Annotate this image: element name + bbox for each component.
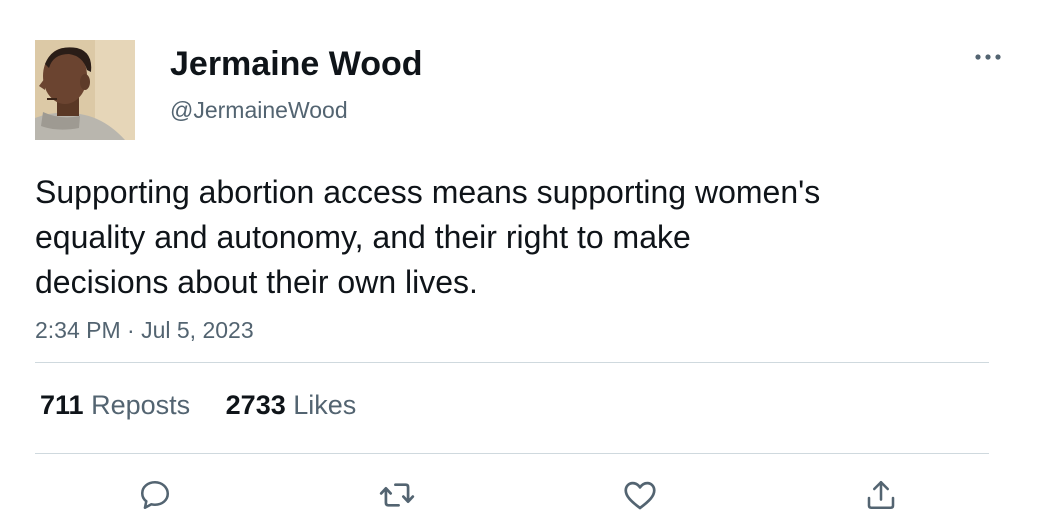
tweet-text-line: equality and autonomy, and their right t…	[35, 219, 691, 255]
tweet-text-line: Supporting abortion access means support…	[35, 174, 821, 210]
reply-button[interactable]	[133, 473, 177, 517]
avatar[interactable]	[35, 40, 135, 140]
more-options-button[interactable]	[968, 44, 1008, 70]
speech-bubble-icon	[140, 480, 170, 510]
share-upload-icon	[867, 480, 895, 510]
divider	[35, 362, 989, 363]
ellipsis-icon	[975, 54, 1001, 60]
like-button[interactable]	[618, 473, 662, 517]
avatar-image	[35, 40, 135, 140]
tweet-text: Supporting abortion access means support…	[35, 170, 995, 305]
user-handle[interactable]: @JermaineWood	[170, 96, 348, 124]
divider	[35, 453, 989, 454]
repost-arrows-icon	[379, 483, 415, 507]
repost-button[interactable]	[375, 473, 419, 517]
tweet-actions-bar	[0, 473, 1050, 517]
likes-count: 2733	[225, 390, 286, 420]
reposts-label: Reposts	[91, 390, 191, 420]
reposts-count: 711	[40, 390, 84, 420]
share-button[interactable]	[859, 473, 903, 517]
display-name[interactable]: Jermaine Wood	[170, 44, 423, 84]
engagement-stats: 711 Reposts 2733 Likes	[40, 388, 384, 422]
tweet-timestamp[interactable]: 2:34 PM · Jul 5, 2023	[35, 315, 254, 345]
tweet-text-line: decisions about their own lives.	[35, 264, 478, 300]
likes-stat[interactable]: 2733 Likes	[226, 390, 357, 420]
likes-label: Likes	[293, 390, 357, 420]
heart-icon	[624, 481, 656, 510]
reposts-stat[interactable]: 711 Reposts	[40, 390, 198, 420]
